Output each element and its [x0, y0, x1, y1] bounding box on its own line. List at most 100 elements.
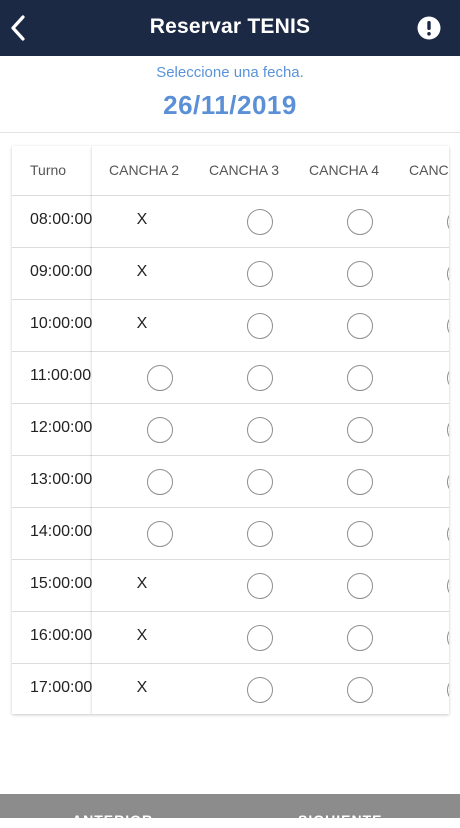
unavailable-mark: X [136, 263, 148, 280]
next-button[interactable]: SIGUIENTE [298, 812, 382, 828]
courts-grid[interactable]: CANCHA 2 CANCHA 3 CANCHA 4 CANCHA 5 X X X X X X [92, 146, 449, 714]
radio-circle-icon[interactable] [347, 521, 373, 547]
slot-available[interactable] [192, 404, 292, 455]
turno-header-cell: Turno [12, 146, 92, 196]
turno-row: 09:00:00 [12, 248, 92, 300]
turno-row: 10:00:00 [12, 300, 92, 352]
app-header: Reservar TENIS [0, 0, 460, 56]
radio-circle-icon[interactable] [447, 521, 449, 547]
slot-available[interactable] [392, 508, 449, 559]
radio-circle-icon[interactable] [347, 417, 373, 443]
radio-circle-icon[interactable] [247, 209, 273, 235]
radio-circle-icon[interactable] [347, 625, 373, 651]
slot-row: X [92, 196, 449, 248]
turno-row: 08:00:00 [12, 196, 92, 248]
slot-available[interactable] [292, 196, 392, 247]
radio-circle-icon[interactable] [147, 469, 173, 495]
turno-row: 11:00:00 [12, 352, 92, 404]
unavailable-mark: X [136, 315, 148, 332]
slot-available[interactable] [192, 664, 292, 714]
courts-header-row: CANCHA 2 CANCHA 3 CANCHA 4 CANCHA 5 [92, 146, 449, 196]
radio-circle-icon[interactable] [447, 469, 449, 495]
slot-available[interactable] [192, 248, 292, 299]
slot-available[interactable] [192, 612, 292, 663]
date-selector[interactable]: 26/11/2019 [0, 90, 460, 121]
slot-available[interactable] [192, 196, 292, 247]
unavailable-mark: X [136, 627, 148, 644]
radio-circle-icon[interactable] [247, 521, 273, 547]
slot-available[interactable] [292, 560, 392, 611]
slot-unavailable: X [92, 612, 192, 663]
slot-available[interactable] [92, 352, 192, 403]
slot-available[interactable] [292, 664, 392, 714]
radio-circle-icon[interactable] [347, 469, 373, 495]
slot-available[interactable] [192, 456, 292, 507]
slot-available[interactable] [392, 352, 449, 403]
slot-available[interactable] [392, 300, 449, 351]
slot-available[interactable] [192, 352, 292, 403]
radio-circle-icon[interactable] [347, 261, 373, 287]
radio-circle-icon[interactable] [247, 469, 273, 495]
unavailable-mark: X [136, 211, 148, 228]
exclamation-circle-icon [417, 16, 441, 40]
slot-available[interactable] [92, 404, 192, 455]
court-header: CANCHA 5 [409, 162, 449, 178]
radio-circle-icon[interactable] [247, 573, 273, 599]
slot-available[interactable] [192, 508, 292, 559]
radio-circle-icon[interactable] [247, 365, 273, 391]
slot-row: X [92, 560, 449, 612]
radio-circle-icon[interactable] [147, 417, 173, 443]
info-button[interactable] [417, 16, 441, 40]
slot-available[interactable] [392, 612, 449, 663]
slot-available[interactable] [292, 508, 392, 559]
radio-circle-icon[interactable] [347, 313, 373, 339]
slot-available[interactable] [292, 612, 392, 663]
slot-row [92, 456, 449, 508]
slot-row: X [92, 300, 449, 352]
court-header: CANCHA 4 [309, 162, 380, 178]
radio-circle-icon[interactable] [147, 365, 173, 391]
slot-available[interactable] [192, 560, 292, 611]
slot-available[interactable] [292, 404, 392, 455]
slot-available[interactable] [292, 300, 392, 351]
radio-circle-icon[interactable] [447, 313, 449, 339]
date-prompt: Seleccione una fecha. [156, 64, 304, 81]
slot-available[interactable] [392, 456, 449, 507]
previous-button[interactable]: ANTERIOR [72, 812, 153, 828]
radio-circle-icon[interactable] [247, 625, 273, 651]
slot-available[interactable] [392, 664, 449, 714]
slot-available[interactable] [392, 404, 449, 455]
slot-available[interactable] [192, 300, 292, 351]
slot-row [92, 352, 449, 404]
radio-circle-icon[interactable] [447, 365, 449, 391]
slot-available[interactable] [92, 508, 192, 559]
radio-circle-icon[interactable] [447, 573, 449, 599]
radio-circle-icon[interactable] [347, 209, 373, 235]
slot-available[interactable] [292, 352, 392, 403]
radio-circle-icon[interactable] [247, 417, 273, 443]
radio-circle-icon[interactable] [447, 417, 449, 443]
radio-circle-icon[interactable] [447, 209, 449, 235]
radio-circle-icon[interactable] [447, 625, 449, 651]
slot-available[interactable] [392, 560, 449, 611]
slot-available[interactable] [292, 456, 392, 507]
turno-row: 17:00:00 [12, 664, 92, 714]
radio-circle-icon[interactable] [247, 261, 273, 287]
unavailable-mark: X [136, 679, 148, 696]
slot-available[interactable] [92, 456, 192, 507]
time-label: 10:00:00 [30, 315, 92, 332]
radio-circle-icon[interactable] [347, 677, 373, 703]
radio-circle-icon[interactable] [347, 365, 373, 391]
radio-circle-icon[interactable] [447, 261, 449, 287]
slot-available[interactable] [292, 248, 392, 299]
slot-available[interactable] [392, 248, 449, 299]
footer-bar: ANTERIOR SIGUIENTE [0, 794, 460, 828]
court-header: CANCHA 2 [109, 162, 180, 178]
slot-unavailable: X [92, 300, 192, 351]
radio-circle-icon[interactable] [147, 521, 173, 547]
radio-circle-icon[interactable] [247, 313, 273, 339]
radio-circle-icon[interactable] [347, 573, 373, 599]
radio-circle-icon[interactable] [447, 677, 449, 703]
slot-available[interactable] [392, 196, 449, 247]
radio-circle-icon[interactable] [247, 677, 273, 703]
